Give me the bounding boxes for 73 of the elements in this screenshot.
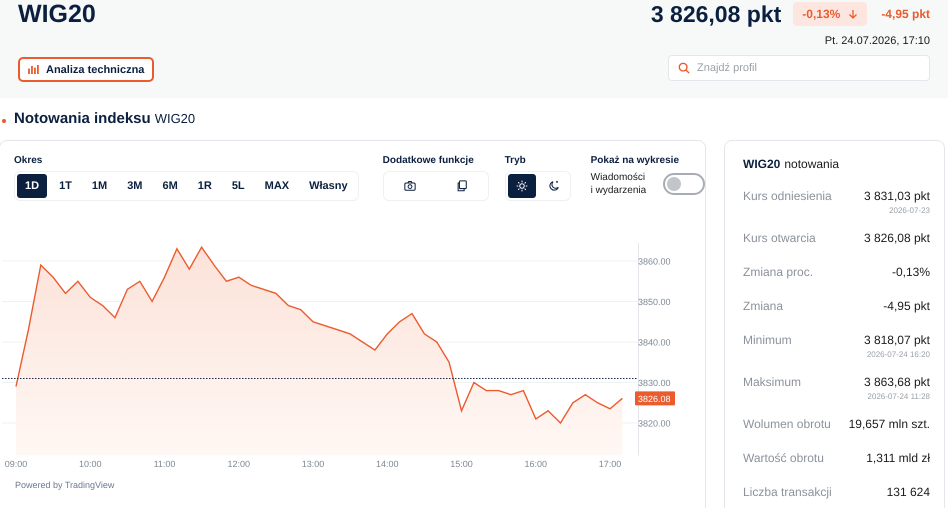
stat-label: Maksimum xyxy=(743,375,802,389)
bullet-icon xyxy=(2,119,6,123)
stat-value: 3 826,08 pkt xyxy=(864,231,930,245)
stats-title: WIG20 xyxy=(743,157,780,171)
stat-value: 3 818,07 pkt xyxy=(864,333,930,347)
stat-label: Wartość obrotu xyxy=(743,451,824,465)
period-label: Okres xyxy=(14,155,44,166)
mode-button[interactable] xyxy=(508,174,536,198)
stat-value: -4,95 pkt xyxy=(883,299,930,313)
overlay-label: Pokaż na wykresie xyxy=(590,155,680,166)
period-tab[interactable]: MAX xyxy=(256,174,298,198)
stat-date: 2026-07-23 xyxy=(889,206,930,215)
index-price: 3 826,08 pkt xyxy=(650,0,782,28)
section-subtitle: WIG20 xyxy=(154,111,196,126)
sun-icon xyxy=(516,180,528,192)
period-tab[interactable]: Własny xyxy=(301,174,356,198)
extra-functions-label: Dodatkowe funkcje xyxy=(382,155,475,166)
period-tab[interactable]: 1M xyxy=(84,174,116,198)
period-tab[interactable]: 6M xyxy=(154,174,186,198)
period-tab[interactable]: 1D xyxy=(17,174,48,198)
x-axis-label: 17:00 xyxy=(598,459,622,469)
period-tab[interactable]: 1T xyxy=(51,174,80,198)
stat-date: 2026-07-24 11:28 xyxy=(867,392,930,401)
timestamp: Pt. 24.07.2026, 17:10 xyxy=(824,35,930,49)
annotation: 3826.08 xyxy=(638,394,671,404)
camera-icon xyxy=(404,180,416,192)
search-icon xyxy=(678,62,690,74)
period-tab[interactable]: 1R xyxy=(190,174,220,198)
change-percent-badge: -0,13% xyxy=(793,2,868,26)
toggle-switch[interactable] xyxy=(662,173,705,195)
y-axis-label: 3850.00 xyxy=(638,297,671,307)
y-axis-label: 3840.00 xyxy=(638,338,671,348)
x-axis-label: 09:00 xyxy=(4,459,28,469)
stat-value: 3 831,03 pkt xyxy=(864,189,930,203)
y-axis-label: 3860.00 xyxy=(638,256,671,266)
technical-analysis-button[interactable]: Analiza techniczna xyxy=(18,57,154,82)
stat-label: Kurs otwarcia xyxy=(743,231,816,245)
mode-label: Tryb xyxy=(504,155,527,166)
moon-icon xyxy=(548,180,560,192)
section-title: Notowania indeksu xyxy=(14,110,151,127)
stat-label: Kurs odniesienia xyxy=(743,189,832,203)
stat-value: -0,13% xyxy=(892,265,930,279)
down-arrow-icon xyxy=(848,9,858,19)
stat-value: 1,311 mld zł xyxy=(866,451,930,465)
x-axis-label: 14:00 xyxy=(376,459,399,469)
stat-label: Zmiana proc. xyxy=(743,265,814,279)
x-axis-label: 11:00 xyxy=(154,459,176,469)
stat-label: Minimum xyxy=(743,333,792,347)
x-axis-label: 10:00 xyxy=(78,459,102,469)
stat-label: Wolumen obrotu xyxy=(743,417,831,431)
stat-label: Zmiana xyxy=(743,299,784,313)
stat-value: 131 624 xyxy=(886,485,930,499)
powered-by-link[interactable]: Powered by TradingView xyxy=(15,480,114,490)
x-axis-label: 13:00 xyxy=(302,459,324,469)
x-axis-label: 16:00 xyxy=(524,459,548,469)
stats-subtitle: notowania xyxy=(784,157,840,171)
search-field[interactable]: Znajdź profil xyxy=(668,54,930,80)
y-axis-label: 3820.00 xyxy=(638,418,671,428)
x-axis-label: 15:00 xyxy=(450,459,473,469)
stat-label: Liczba transakcji xyxy=(743,485,832,499)
copy-icon xyxy=(456,180,468,192)
stat-date: 2026-07-24 16:20 xyxy=(866,350,930,359)
index-title: WIG20 xyxy=(18,0,96,28)
toggle-label: Wiadomości i wydarzenia xyxy=(590,171,648,197)
x-axis-label: 12:00 xyxy=(227,459,250,469)
stat-value: 3 863,68 pkt xyxy=(864,375,930,389)
y-axis-label: 3830.00 xyxy=(638,378,671,388)
period-tab[interactable]: 3M xyxy=(119,174,150,198)
bar-chart-icon xyxy=(28,65,39,74)
change-value: -4,95 pkt xyxy=(880,7,930,21)
price-tag: 3826.08 xyxy=(635,391,675,406)
period-tab[interactable]: 5L xyxy=(224,174,253,198)
stat-value: 19,657 mln szt. xyxy=(848,417,930,431)
